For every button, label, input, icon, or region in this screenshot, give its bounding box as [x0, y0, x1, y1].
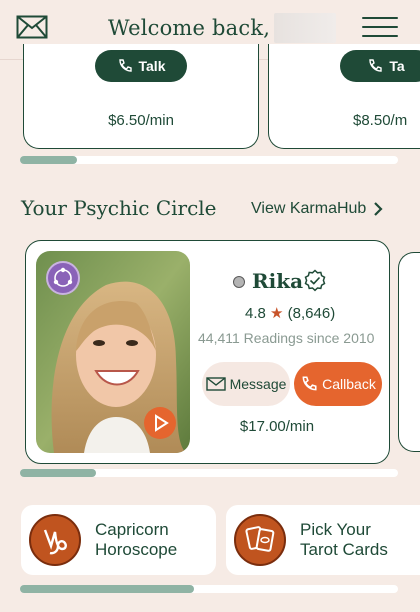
- phone-icon: [302, 376, 317, 391]
- top-card-price: $8.50/m: [353, 112, 408, 129]
- next-psychic-card[interactable]: [398, 252, 420, 452]
- chevron-right-icon: [374, 202, 383, 216]
- verified-badge-icon: [304, 269, 326, 292]
- message-button-label: Message: [229, 376, 287, 392]
- tarot-tile[interactable]: Pick Your Tarot Cards: [226, 505, 420, 575]
- scrollbar-thumb[interactable]: [20, 585, 194, 593]
- psychic-name: Rika: [252, 269, 304, 293]
- phone-icon: [369, 59, 383, 72]
- psychic-price: $17.00/min: [239, 418, 315, 435]
- circle-carousel-scrollbar[interactable]: [20, 469, 398, 477]
- scrollbar-thumb[interactable]: [20, 469, 96, 477]
- top-carousel-scrollbar[interactable]: [20, 156, 398, 164]
- talk-button[interactable]: Talk: [95, 50, 187, 82]
- phone-icon: [118, 59, 132, 72]
- review-count: (8,646): [287, 305, 336, 322]
- rating-line: 4.8 ★ (8,646): [245, 304, 335, 322]
- envelope-icon: [205, 377, 226, 391]
- message-button[interactable]: Message: [202, 362, 290, 406]
- psychic-badge-icon: [46, 261, 80, 295]
- tiles-scrollbar[interactable]: [20, 585, 398, 593]
- tarot-cards-icon: [234, 514, 286, 566]
- mail-icon[interactable]: [16, 15, 48, 39]
- hamburger-menu-icon[interactable]: [362, 17, 398, 39]
- scrollbar-thumb[interactable]: [20, 156, 77, 164]
- capricorn-icon: [29, 514, 81, 566]
- tile-label: Capricorn Horoscope: [95, 520, 177, 560]
- callback-button-label: Callback: [322, 376, 376, 392]
- callback-button[interactable]: Callback: [294, 362, 382, 406]
- rating-value: 4.8: [245, 305, 266, 322]
- talk-button-label: Talk: [138, 58, 166, 74]
- welcome-text: Welcome back, J: [108, 16, 286, 40]
- horoscope-tile[interactable]: Capricorn Horoscope: [21, 505, 216, 575]
- tile-label-line: Horoscope: [95, 540, 178, 559]
- talk-button[interactable]: Ta: [340, 50, 420, 82]
- readings-count: 44,411 Readings since 2010: [198, 330, 375, 346]
- tile-label-line: Pick Your: [300, 520, 371, 539]
- section-title: Your Psychic Circle: [21, 196, 217, 220]
- view-karmahub-label: View KarmaHub: [251, 200, 367, 217]
- play-video-icon[interactable]: [144, 407, 176, 439]
- tile-label: Pick Your Tarot Cards: [300, 520, 388, 560]
- tile-label-line: Capricorn: [95, 520, 169, 539]
- tile-label-line: Tarot Cards: [300, 540, 388, 559]
- redacted-username: [274, 13, 336, 43]
- psychic-photo[interactable]: [36, 251, 190, 453]
- top-psychic-card[interactable]: Ta $8.50/m: [268, 44, 420, 149]
- star-icon: ★: [270, 305, 284, 322]
- view-karmahub-link[interactable]: View KarmaHub: [251, 200, 384, 218]
- talk-button-label: Ta: [389, 58, 405, 74]
- top-psychic-card[interactable]: Talk $6.50/min: [23, 44, 259, 149]
- status-indicator: [233, 276, 245, 288]
- psychic-card[interactable]: Rika 4.8 ★ (8,646) 44,411 Readings since…: [25, 240, 390, 464]
- top-card-price: $6.50/min: [108, 112, 174, 129]
